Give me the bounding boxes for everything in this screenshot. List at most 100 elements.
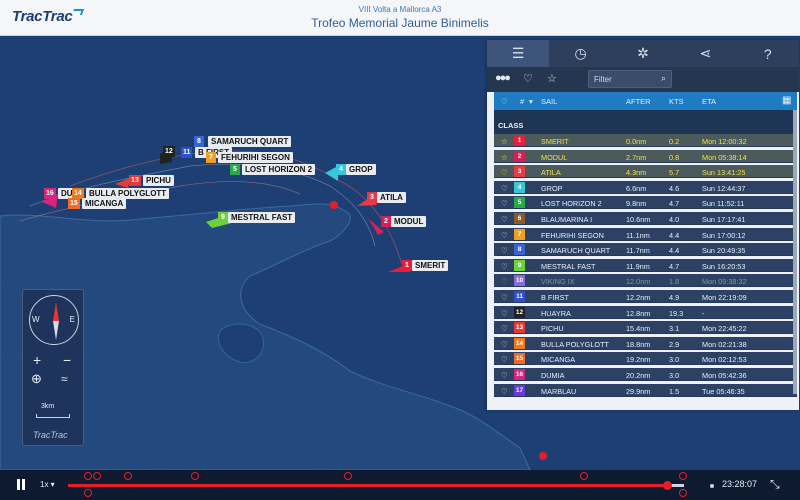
fullscreen-icon[interactable]: ⤡ (770, 477, 780, 492)
leaderboard-row[interactable]: ♡ 6 BLAUMARINA I 10.6nm 4.0 Sun 17:17:41 (494, 212, 797, 225)
speed-selector[interactable]: 1x ▾ (40, 480, 55, 489)
heart-icon[interactable]: ♡ (501, 246, 508, 255)
after-value: 15.4nm (626, 324, 651, 334)
rank-badge: 8 (514, 244, 525, 256)
compass-west: W (32, 315, 40, 324)
timeline-handle[interactable] (663, 481, 672, 490)
heart-icon[interactable]: ♡ (501, 184, 508, 193)
zoom-in-button[interactable]: + (33, 353, 41, 367)
event-marker[interactable] (124, 472, 132, 480)
pause-button[interactable] (14, 478, 28, 492)
leaderboard-row[interactable]: ☆ 1 SMERIT 0.0nm 0.2 Mon 12:00:32 (494, 134, 797, 147)
heart-icon[interactable]: ♡ (501, 324, 508, 333)
favorites-icon[interactable]: ♡ (523, 72, 533, 85)
heart-icon[interactable]: ♡ (501, 371, 508, 380)
compass[interactable]: W E (29, 295, 79, 345)
heart-icon[interactable]: ♡ (501, 199, 508, 208)
leaderboard-row[interactable]: ♡ 15 MICANGA 19.2nm 3.0 Mon 02:12:53 (494, 352, 797, 366)
finish-buoy[interactable] (539, 452, 547, 460)
col-kts[interactable]: KTS (669, 97, 684, 106)
leaderboard-row[interactable]: ♡ 7 FEHURIHI SEGON 11.1nm 4.4 Sun 17:00:12 (494, 227, 797, 241)
leaderboard-row[interactable]: ♡ 12 HUAYRA 12.8nm 19.3 - (494, 305, 797, 319)
boat-number: 7 (206, 152, 216, 163)
star-icon[interactable]: ☆ (501, 137, 508, 146)
heart-icon[interactable]: ♡ (501, 215, 508, 224)
heart-icon[interactable]: ♡ (501, 168, 508, 177)
share-icon: ⋖ (699, 45, 712, 61)
panel-scrollbar[interactable] (793, 110, 797, 394)
heart-icon[interactable]: ♡ (501, 387, 508, 396)
mark-buoy[interactable] (330, 201, 338, 209)
event-marker[interactable] (679, 472, 687, 480)
kts-value: 3.1 (669, 324, 680, 334)
heart-icon[interactable]: ♡ (501, 262, 508, 271)
heart-column-icon[interactable]: ♡ (501, 97, 508, 106)
leaderboard-row[interactable]: ♡ 5 LOST HORIZON 2 9.8nm 4.7 Sun 11:52:11 (494, 196, 797, 210)
sort-icon[interactable]: ▾ (529, 97, 533, 106)
tab-share[interactable]: ⋖ (674, 40, 736, 67)
heart-icon[interactable]: ♡ (501, 277, 508, 286)
heart-icon[interactable]: ♡ (501, 340, 508, 349)
tab-help[interactable]: ? (737, 40, 799, 67)
heart-icon[interactable]: ♡ (501, 309, 508, 318)
star-icon[interactable]: ☆ (501, 153, 508, 162)
boat-name: MESTRAL FAST (228, 212, 296, 223)
locate-icon[interactable]: ⊕ (31, 372, 42, 386)
leaderboard-row[interactable]: ♡ 8 SAMARUCH QUART 11.7nm 4.4 Sun 20:49:35 (494, 243, 797, 257)
col-eta[interactable]: ETA (702, 97, 716, 106)
all-boats-icon[interactable]: ●●● (495, 72, 511, 84)
boat-number: 12 (163, 146, 175, 157)
leaderboard-row[interactable]: ♡ 10 VIKING IX 12.0nm 1.8 Mon 09:38:32 (494, 274, 797, 288)
compass-east: E (69, 315, 75, 324)
leaderboard-row[interactable]: ♡ 3 ATILA 4.3nm 5.7 Sun 13:41:25 (494, 165, 797, 179)
event-marker[interactable] (580, 472, 588, 480)
filter-input[interactable] (594, 73, 654, 86)
event-marker[interactable] (344, 472, 352, 480)
leaderboard-row[interactable]: ♡ 13 PICHU 15.4nm 3.1 Mon 22:45:22 (494, 321, 797, 335)
boat-number: 3 (367, 192, 377, 203)
event-marker[interactable] (191, 472, 199, 480)
boat-name: FEHURIHI SEGON (218, 152, 293, 163)
tab-settings[interactable]: ✲ (612, 40, 674, 67)
zoom-out-button[interactable]: − (63, 353, 71, 367)
tab-leaderboard[interactable]: ☰ (487, 40, 550, 67)
boat-number: 8 (194, 136, 204, 147)
eta-value: Mon 05:42:36 (702, 371, 747, 380)
timeline-track[interactable] (68, 484, 684, 487)
leaderboard-row[interactable]: ♡ 14 BULLA POLYGLOTT 18.8nm 2.9 Mon 02:21:38 (494, 336, 797, 350)
rank-badge: 1 (514, 135, 525, 146)
heart-icon[interactable]: ♡ (501, 293, 508, 302)
search-icon[interactable]: ⌕ (661, 73, 666, 84)
kts-value: 1.5 (669, 386, 680, 396)
after-value: 11.9nm (626, 261, 650, 271)
boat-name: SAMARUCH QUART (208, 136, 292, 147)
grid-view-icon[interactable]: ▦ (782, 95, 791, 106)
kts-value: 0.8 (669, 152, 680, 162)
leaderboard-row[interactable]: ♡ 11 B FIRST 12.2nm 4.9 Mon 22:19:09 (494, 290, 797, 303)
kts-value: 4.7 (669, 261, 680, 271)
wind-icon[interactable]: ≈ (61, 372, 68, 386)
leaderboard-row[interactable]: ♡ 4 GROP 6.6nm 4.6 Sun 12:44:37 (494, 180, 797, 194)
event-marker[interactable] (84, 472, 92, 480)
col-after[interactable]: AFTER (626, 97, 651, 106)
heart-icon[interactable]: ♡ (501, 231, 508, 240)
leaderboard-row[interactable]: ♡ 9 MESTRAL FAST 11.9nm 4.7 Sun 16:20:53 (494, 258, 797, 272)
leaderboard-row[interactable]: ☆ 2 MODUL 2.7nm 0.8 Mon 05:38:14 (494, 149, 797, 163)
after-value: 9.8nm (626, 199, 647, 209)
map-controls: W E + − ⊕ ≈ 3km TracTrac (22, 289, 84, 446)
leaderboard-row[interactable]: ♡ 16 DUMIA 20.2nm 3.0 Mon 05:42:36 (494, 368, 797, 381)
tab-stopwatch[interactable]: ◷ (549, 40, 611, 67)
col-rank[interactable]: # (520, 97, 524, 106)
col-sail[interactable]: SAIL (541, 97, 557, 106)
after-value: 4.3nm (626, 168, 647, 178)
heart-icon[interactable]: ♡ (501, 355, 508, 364)
star-filter-icon[interactable]: ☆ (547, 72, 557, 85)
kts-value: 1.8 (669, 277, 680, 287)
event-marker[interactable] (93, 472, 101, 480)
sail-name: BULLA POLYGLOTT (541, 339, 609, 349)
leaderboard-row[interactable]: ♡ 17 MARBLAU 29.9nm 1.5 Tue 05:46:35 (494, 383, 797, 397)
event-marker[interactable] (84, 489, 92, 497)
kts-value: 3.0 (669, 355, 680, 365)
scale-bar (36, 414, 70, 418)
event-marker[interactable] (679, 489, 687, 497)
